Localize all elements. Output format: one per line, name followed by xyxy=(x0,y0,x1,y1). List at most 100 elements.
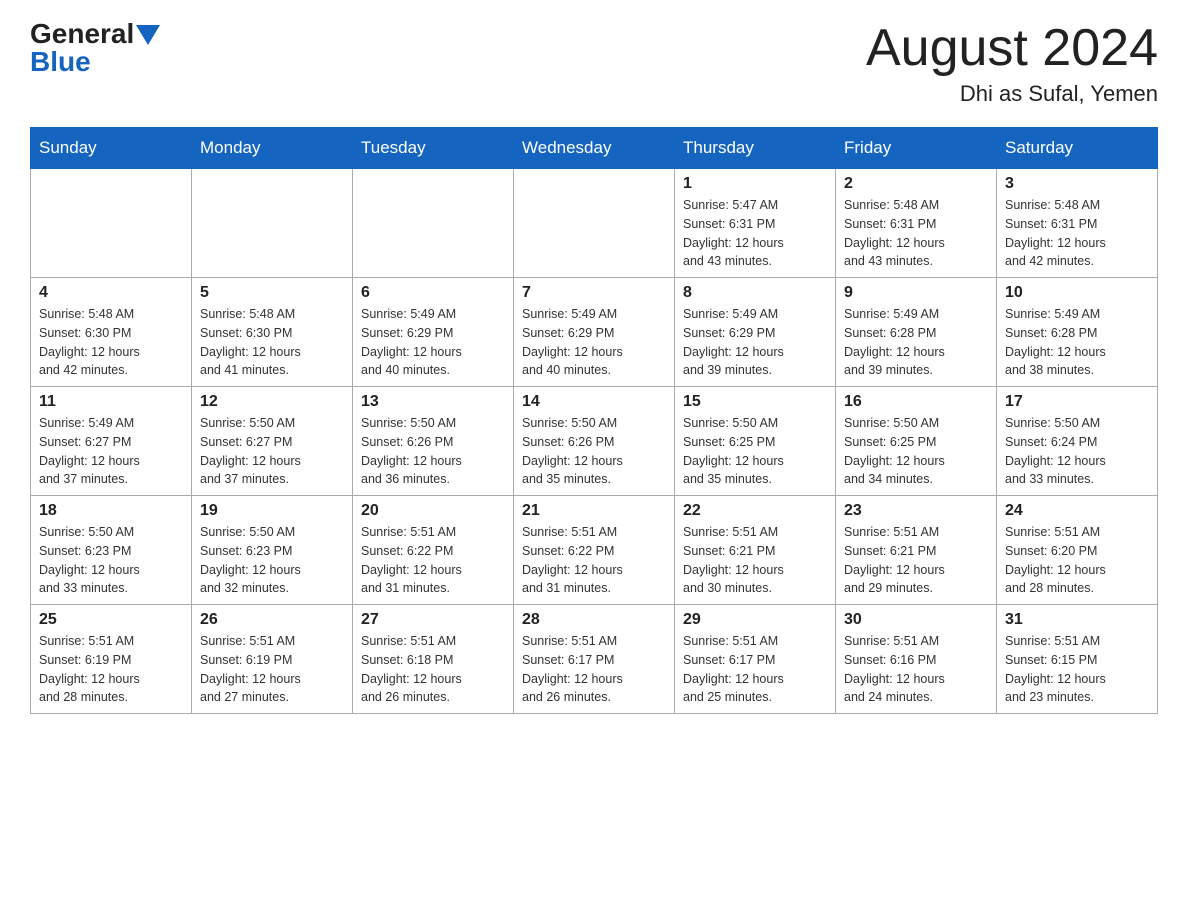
calendar-cell: 31 Sunrise: 5:51 AM Sunset: 6:15 PM Dayli… xyxy=(997,605,1158,714)
day-number: 24 xyxy=(1005,502,1149,520)
day-number: 22 xyxy=(683,502,827,520)
day-number: 18 xyxy=(39,502,183,520)
day-number: 4 xyxy=(39,284,183,302)
day-number: 28 xyxy=(522,611,666,629)
page-header: General Blue August 2024 Dhi as Sufal, Y… xyxy=(30,20,1158,107)
day-info: Sunrise: 5:51 AM Sunset: 6:20 PM Dayligh… xyxy=(1005,523,1149,598)
day-info: Sunrise: 5:50 AM Sunset: 6:26 PM Dayligh… xyxy=(522,414,666,489)
day-info: Sunrise: 5:49 AM Sunset: 6:28 PM Dayligh… xyxy=(1005,305,1149,380)
calendar-cell: 2 Sunrise: 5:48 AM Sunset: 6:31 PM Daylig… xyxy=(836,169,997,278)
weekday-header-thursday: Thursday xyxy=(675,128,836,169)
day-info: Sunrise: 5:48 AM Sunset: 6:30 PM Dayligh… xyxy=(200,305,344,380)
title-block: August 2024 Dhi as Sufal, Yemen xyxy=(866,20,1158,107)
week-row-2: 4 Sunrise: 5:48 AM Sunset: 6:30 PM Daylig… xyxy=(31,278,1158,387)
day-info: Sunrise: 5:48 AM Sunset: 6:30 PM Dayligh… xyxy=(39,305,183,380)
day-number: 29 xyxy=(683,611,827,629)
day-number: 25 xyxy=(39,611,183,629)
day-info: Sunrise: 5:51 AM Sunset: 6:17 PM Dayligh… xyxy=(683,632,827,707)
day-info: Sunrise: 5:51 AM Sunset: 6:15 PM Dayligh… xyxy=(1005,632,1149,707)
day-info: Sunrise: 5:50 AM Sunset: 6:27 PM Dayligh… xyxy=(200,414,344,489)
day-number: 8 xyxy=(683,284,827,302)
day-info: Sunrise: 5:51 AM Sunset: 6:22 PM Dayligh… xyxy=(361,523,505,598)
calendar-cell: 13Sunrise: 5:50 AM Sunset: 6:26 PM Dayli… xyxy=(353,387,514,496)
weekday-header-sunday: Sunday xyxy=(31,128,192,169)
day-number: 16 xyxy=(844,393,988,411)
calendar-cell: 19 Sunrise: 5:50 AM Sunset: 6:23 PM Dayli… xyxy=(192,496,353,605)
calendar-cell: 5 Sunrise: 5:48 AM Sunset: 6:30 PM Daylig… xyxy=(192,278,353,387)
calendar-cell: 15Sunrise: 5:50 AM Sunset: 6:25 PM Dayli… xyxy=(675,387,836,496)
calendar-cell xyxy=(192,169,353,278)
calendar-cell: 9 Sunrise: 5:49 AM Sunset: 6:28 PM Daylig… xyxy=(836,278,997,387)
day-number: 6 xyxy=(361,284,505,302)
month-title: August 2024 xyxy=(866,20,1158,77)
calendar-cell: 25 Sunrise: 5:51 AM Sunset: 6:19 PM Dayli… xyxy=(31,605,192,714)
day-number: 27 xyxy=(361,611,505,629)
day-number: 14 xyxy=(522,393,666,411)
logo-triangle-icon xyxy=(136,25,160,45)
day-number: 5 xyxy=(200,284,344,302)
weekday-header-friday: Friday xyxy=(836,128,997,169)
day-info: Sunrise: 5:49 AM Sunset: 6:29 PM Dayligh… xyxy=(361,305,505,380)
day-number: 9 xyxy=(844,284,988,302)
logo-blue-text: Blue xyxy=(30,48,91,76)
calendar-cell: 17 Sunrise: 5:50 AM Sunset: 6:24 PM Dayli… xyxy=(997,387,1158,496)
day-info: Sunrise: 5:48 AM Sunset: 6:31 PM Dayligh… xyxy=(844,196,988,271)
calendar-cell: 14 Sunrise: 5:50 AM Sunset: 6:26 PM Dayli… xyxy=(514,387,675,496)
day-number: 30 xyxy=(844,611,988,629)
calendar-cell: 29 Sunrise: 5:51 AM Sunset: 6:17 PM Dayli… xyxy=(675,605,836,714)
day-info: Sunrise: 5:51 AM Sunset: 6:21 PM Dayligh… xyxy=(683,523,827,598)
day-number: 11 xyxy=(39,393,183,411)
calendar-cell: 4 Sunrise: 5:48 AM Sunset: 6:30 PM Daylig… xyxy=(31,278,192,387)
day-info: Sunrise: 5:48 AM Sunset: 6:31 PM Dayligh… xyxy=(1005,196,1149,271)
calendar-cell: 23Sunrise: 5:51 AM Sunset: 6:21 PM Dayli… xyxy=(836,496,997,605)
day-number: 31 xyxy=(1005,611,1149,629)
day-number: 21 xyxy=(522,502,666,520)
weekday-header-saturday: Saturday xyxy=(997,128,1158,169)
logo: General Blue xyxy=(30,20,160,76)
calendar-cell: 8 Sunrise: 5:49 AM Sunset: 6:29 PM Daylig… xyxy=(675,278,836,387)
calendar-cell: 1 Sunrise: 5:47 AM Sunset: 6:31 PM Daylig… xyxy=(675,169,836,278)
calendar-cell: 22 Sunrise: 5:51 AM Sunset: 6:21 PM Dayli… xyxy=(675,496,836,605)
calendar-cell: 27 Sunrise: 5:51 AM Sunset: 6:18 PM Dayli… xyxy=(353,605,514,714)
day-number: 1 xyxy=(683,175,827,193)
day-info: Sunrise: 5:51 AM Sunset: 6:21 PM Dayligh… xyxy=(844,523,988,598)
calendar-cell xyxy=(31,169,192,278)
day-info: Sunrise: 5:50 AM Sunset: 6:25 PM Dayligh… xyxy=(844,414,988,489)
calendar-cell: 24 Sunrise: 5:51 AM Sunset: 6:20 PM Dayli… xyxy=(997,496,1158,605)
day-number: 17 xyxy=(1005,393,1149,411)
day-number: 20 xyxy=(361,502,505,520)
day-info: Sunrise: 5:47 AM Sunset: 6:31 PM Dayligh… xyxy=(683,196,827,271)
day-number: 19 xyxy=(200,502,344,520)
calendar-cell: 30 Sunrise: 5:51 AM Sunset: 6:16 PM Dayli… xyxy=(836,605,997,714)
day-number: 7 xyxy=(522,284,666,302)
day-number: 2 xyxy=(844,175,988,193)
day-info: Sunrise: 5:51 AM Sunset: 6:19 PM Dayligh… xyxy=(39,632,183,707)
week-row-4: 18 Sunrise: 5:50 AM Sunset: 6:23 PM Dayli… xyxy=(31,496,1158,605)
weekday-header-monday: Monday xyxy=(192,128,353,169)
day-info: Sunrise: 5:49 AM Sunset: 6:29 PM Dayligh… xyxy=(522,305,666,380)
day-info: Sunrise: 5:50 AM Sunset: 6:26 PM Dayligh… xyxy=(361,414,505,489)
day-info: Sunrise: 5:50 AM Sunset: 6:24 PM Dayligh… xyxy=(1005,414,1149,489)
calendar-cell: 7 Sunrise: 5:49 AM Sunset: 6:29 PM Daylig… xyxy=(514,278,675,387)
day-info: Sunrise: 5:50 AM Sunset: 6:23 PM Dayligh… xyxy=(200,523,344,598)
weekday-header-tuesday: Tuesday xyxy=(353,128,514,169)
day-number: 26 xyxy=(200,611,344,629)
day-info: Sunrise: 5:50 AM Sunset: 6:23 PM Dayligh… xyxy=(39,523,183,598)
day-info: Sunrise: 5:51 AM Sunset: 6:16 PM Dayligh… xyxy=(844,632,988,707)
day-info: Sunrise: 5:49 AM Sunset: 6:27 PM Dayligh… xyxy=(39,414,183,489)
calendar-cell: 20 Sunrise: 5:51 AM Sunset: 6:22 PM Dayli… xyxy=(353,496,514,605)
calendar-cell: 26 Sunrise: 5:51 AM Sunset: 6:19 PM Dayli… xyxy=(192,605,353,714)
day-info: Sunrise: 5:49 AM Sunset: 6:28 PM Dayligh… xyxy=(844,305,988,380)
day-info: Sunrise: 5:51 AM Sunset: 6:18 PM Dayligh… xyxy=(361,632,505,707)
calendar-cell: 16 Sunrise: 5:50 AM Sunset: 6:25 PM Dayli… xyxy=(836,387,997,496)
week-row-5: 25 Sunrise: 5:51 AM Sunset: 6:19 PM Dayli… xyxy=(31,605,1158,714)
calendar-cell: 12 Sunrise: 5:50 AM Sunset: 6:27 PM Dayli… xyxy=(192,387,353,496)
day-number: 12 xyxy=(200,393,344,411)
week-row-3: 11 Sunrise: 5:49 AM Sunset: 6:27 PM Dayli… xyxy=(31,387,1158,496)
day-info: Sunrise: 5:51 AM Sunset: 6:19 PM Dayligh… xyxy=(200,632,344,707)
calendar-cell: 6 Sunrise: 5:49 AM Sunset: 6:29 PM Daylig… xyxy=(353,278,514,387)
week-row-1: 1 Sunrise: 5:47 AM Sunset: 6:31 PM Daylig… xyxy=(31,169,1158,278)
location-title: Dhi as Sufal, Yemen xyxy=(866,81,1158,107)
day-info: Sunrise: 5:50 AM Sunset: 6:25 PM Dayligh… xyxy=(683,414,827,489)
day-info: Sunrise: 5:49 AM Sunset: 6:29 PM Dayligh… xyxy=(683,305,827,380)
